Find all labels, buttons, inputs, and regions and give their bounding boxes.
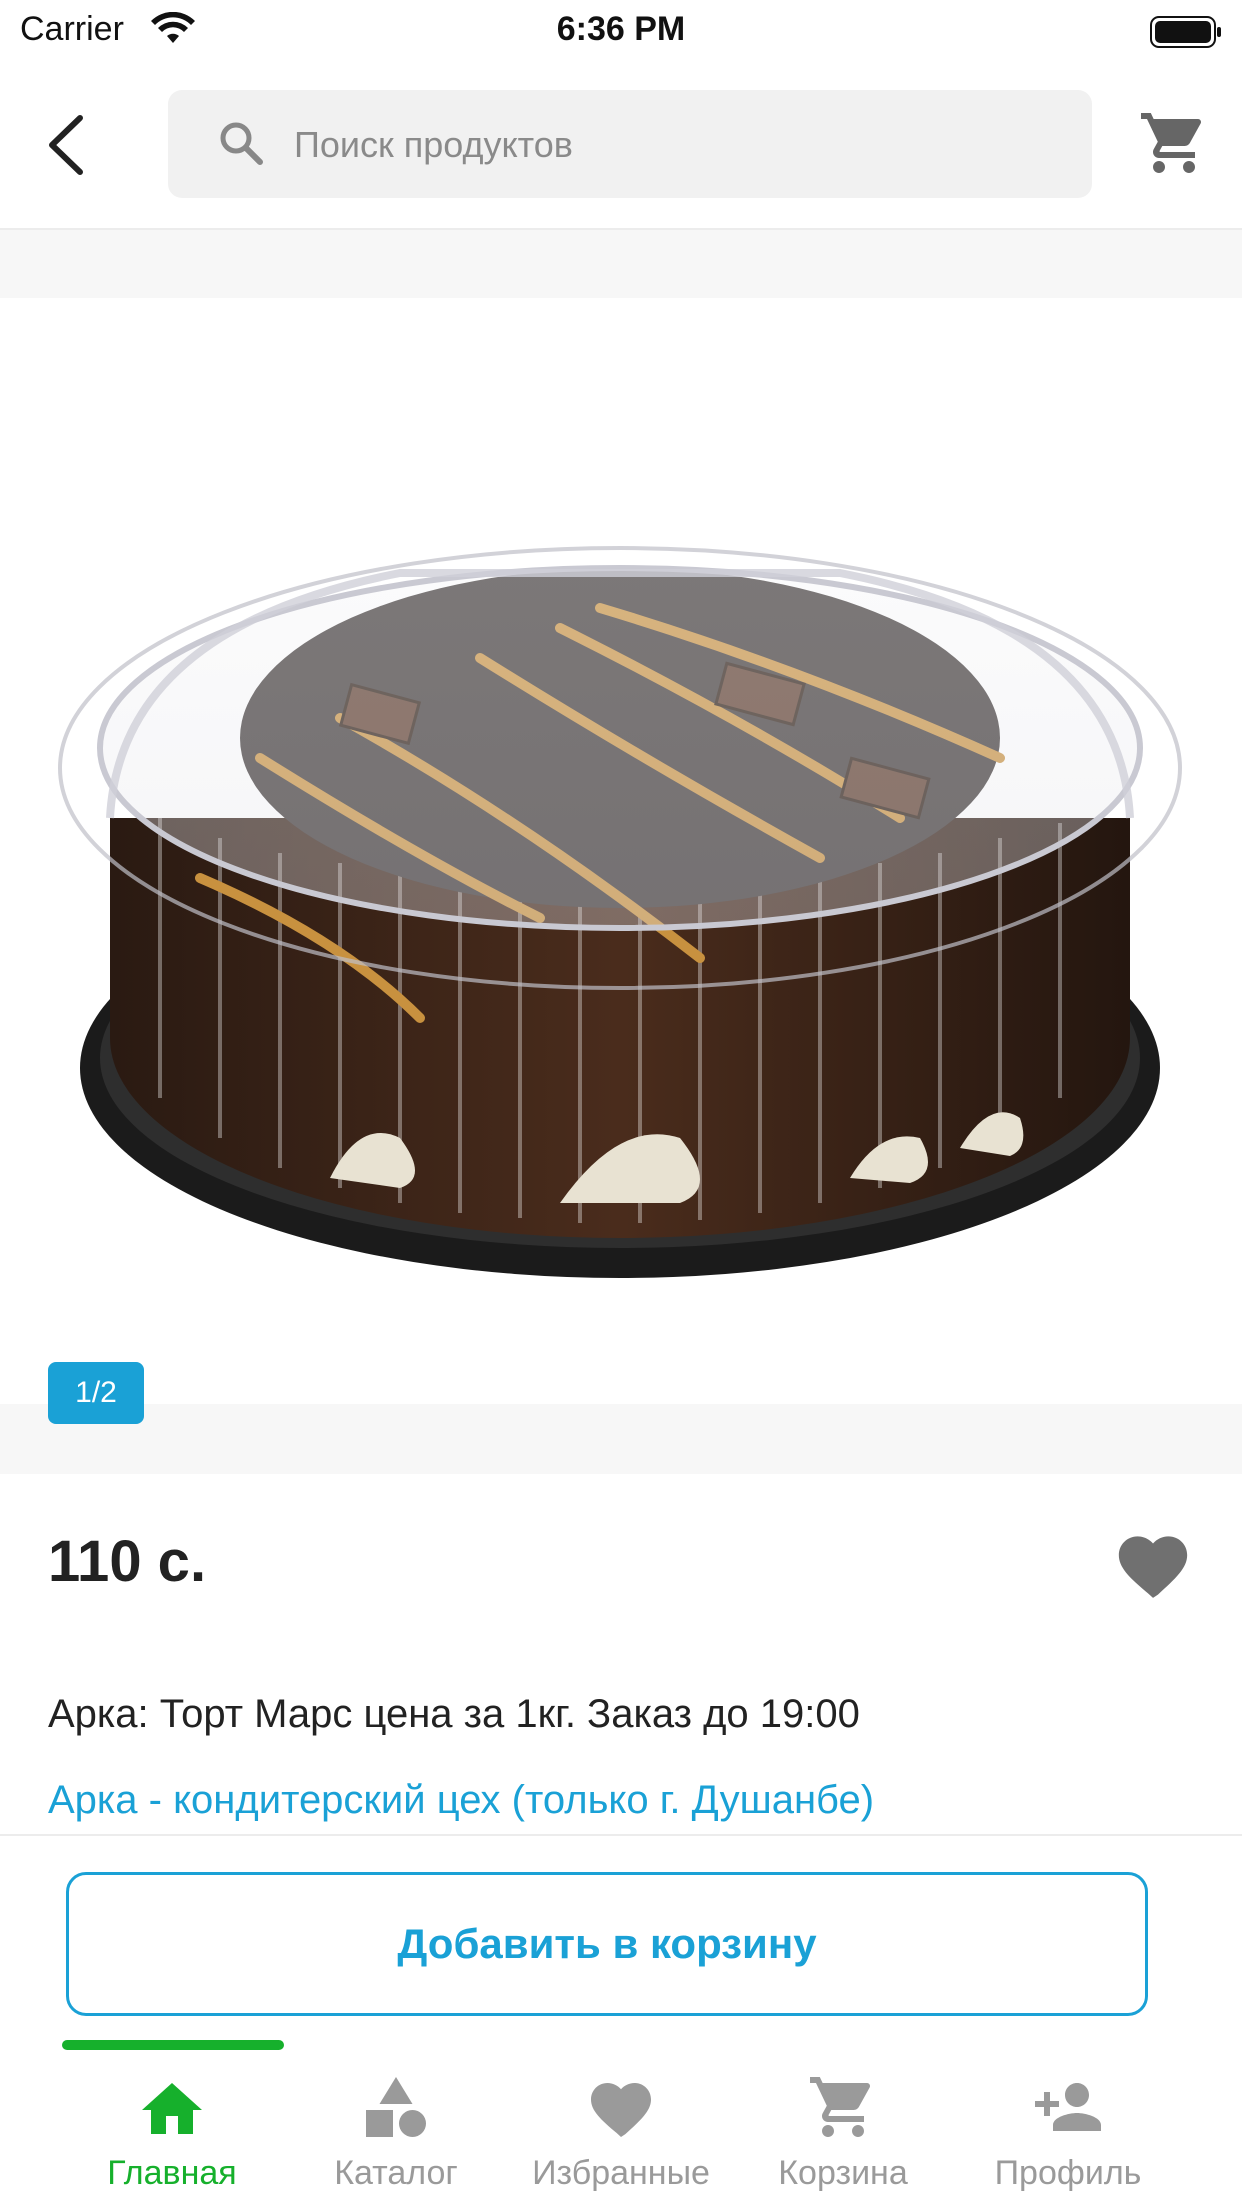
search-input[interactable]: Поиск продуктов [168,90,1092,198]
product-gallery[interactable]: 1/2 [0,230,1242,1474]
add-to-cart-button[interactable]: Добавить в корзину [66,1872,1148,2016]
tab-label: Корзина [778,2154,908,2192]
home-icon [142,2083,202,2134]
favorite-button[interactable] [1112,1526,1194,1603]
product-title: Арка: Торт Марс цена за 1кг. Заказ до 19… [48,1692,860,1736]
tab-label: Избранные [532,2154,710,2192]
image-page-indicator: 1/2 [48,1362,144,1424]
heart-icon [1118,1536,1188,1598]
tab-label: Главная [107,2154,237,2192]
shapes-icon [366,2077,426,2137]
product-image[interactable] [0,298,1242,1404]
back-arrow-icon [49,115,83,175]
tab-cart[interactable]: Корзина [723,2060,963,2208]
active-tab-indicator [62,2040,284,2050]
cake-image [58,546,1182,1278]
cart-button[interactable] [1138,107,1210,184]
tab-label: Профиль [994,2154,1142,2192]
tab-favorites[interactable]: Избранные [501,2060,741,2208]
tab-label: Каталог [334,2154,458,2192]
status-bar: Carrier 6:36 PM [0,0,1242,62]
back-button[interactable] [40,110,100,180]
tab-profile[interactable]: Профиль [948,2060,1188,2208]
cart-icon [1141,113,1202,173]
top-bar: Поиск продуктов [0,62,1242,230]
add-person-icon [1035,2083,1101,2131]
heart-icon [591,2083,651,2137]
clock: 6:36 PM [556,10,686,48]
search-placeholder: Поиск продуктов [294,124,573,165]
battery-icon [1150,16,1221,48]
tab-catalog[interactable]: Каталог [276,2060,516,2208]
divider [0,1834,1242,1836]
product-price: 110 с. [48,1529,207,1594]
cart-icon [810,2077,871,2137]
tab-bar: Главная Каталог Избранные Корзина Профил… [0,2060,1242,2208]
tab-home[interactable]: Главная [52,2060,292,2208]
vendor-link[interactable]: Арка - кондитерский цех (только г. Душан… [48,1778,874,1823]
search-icon [220,122,263,165]
